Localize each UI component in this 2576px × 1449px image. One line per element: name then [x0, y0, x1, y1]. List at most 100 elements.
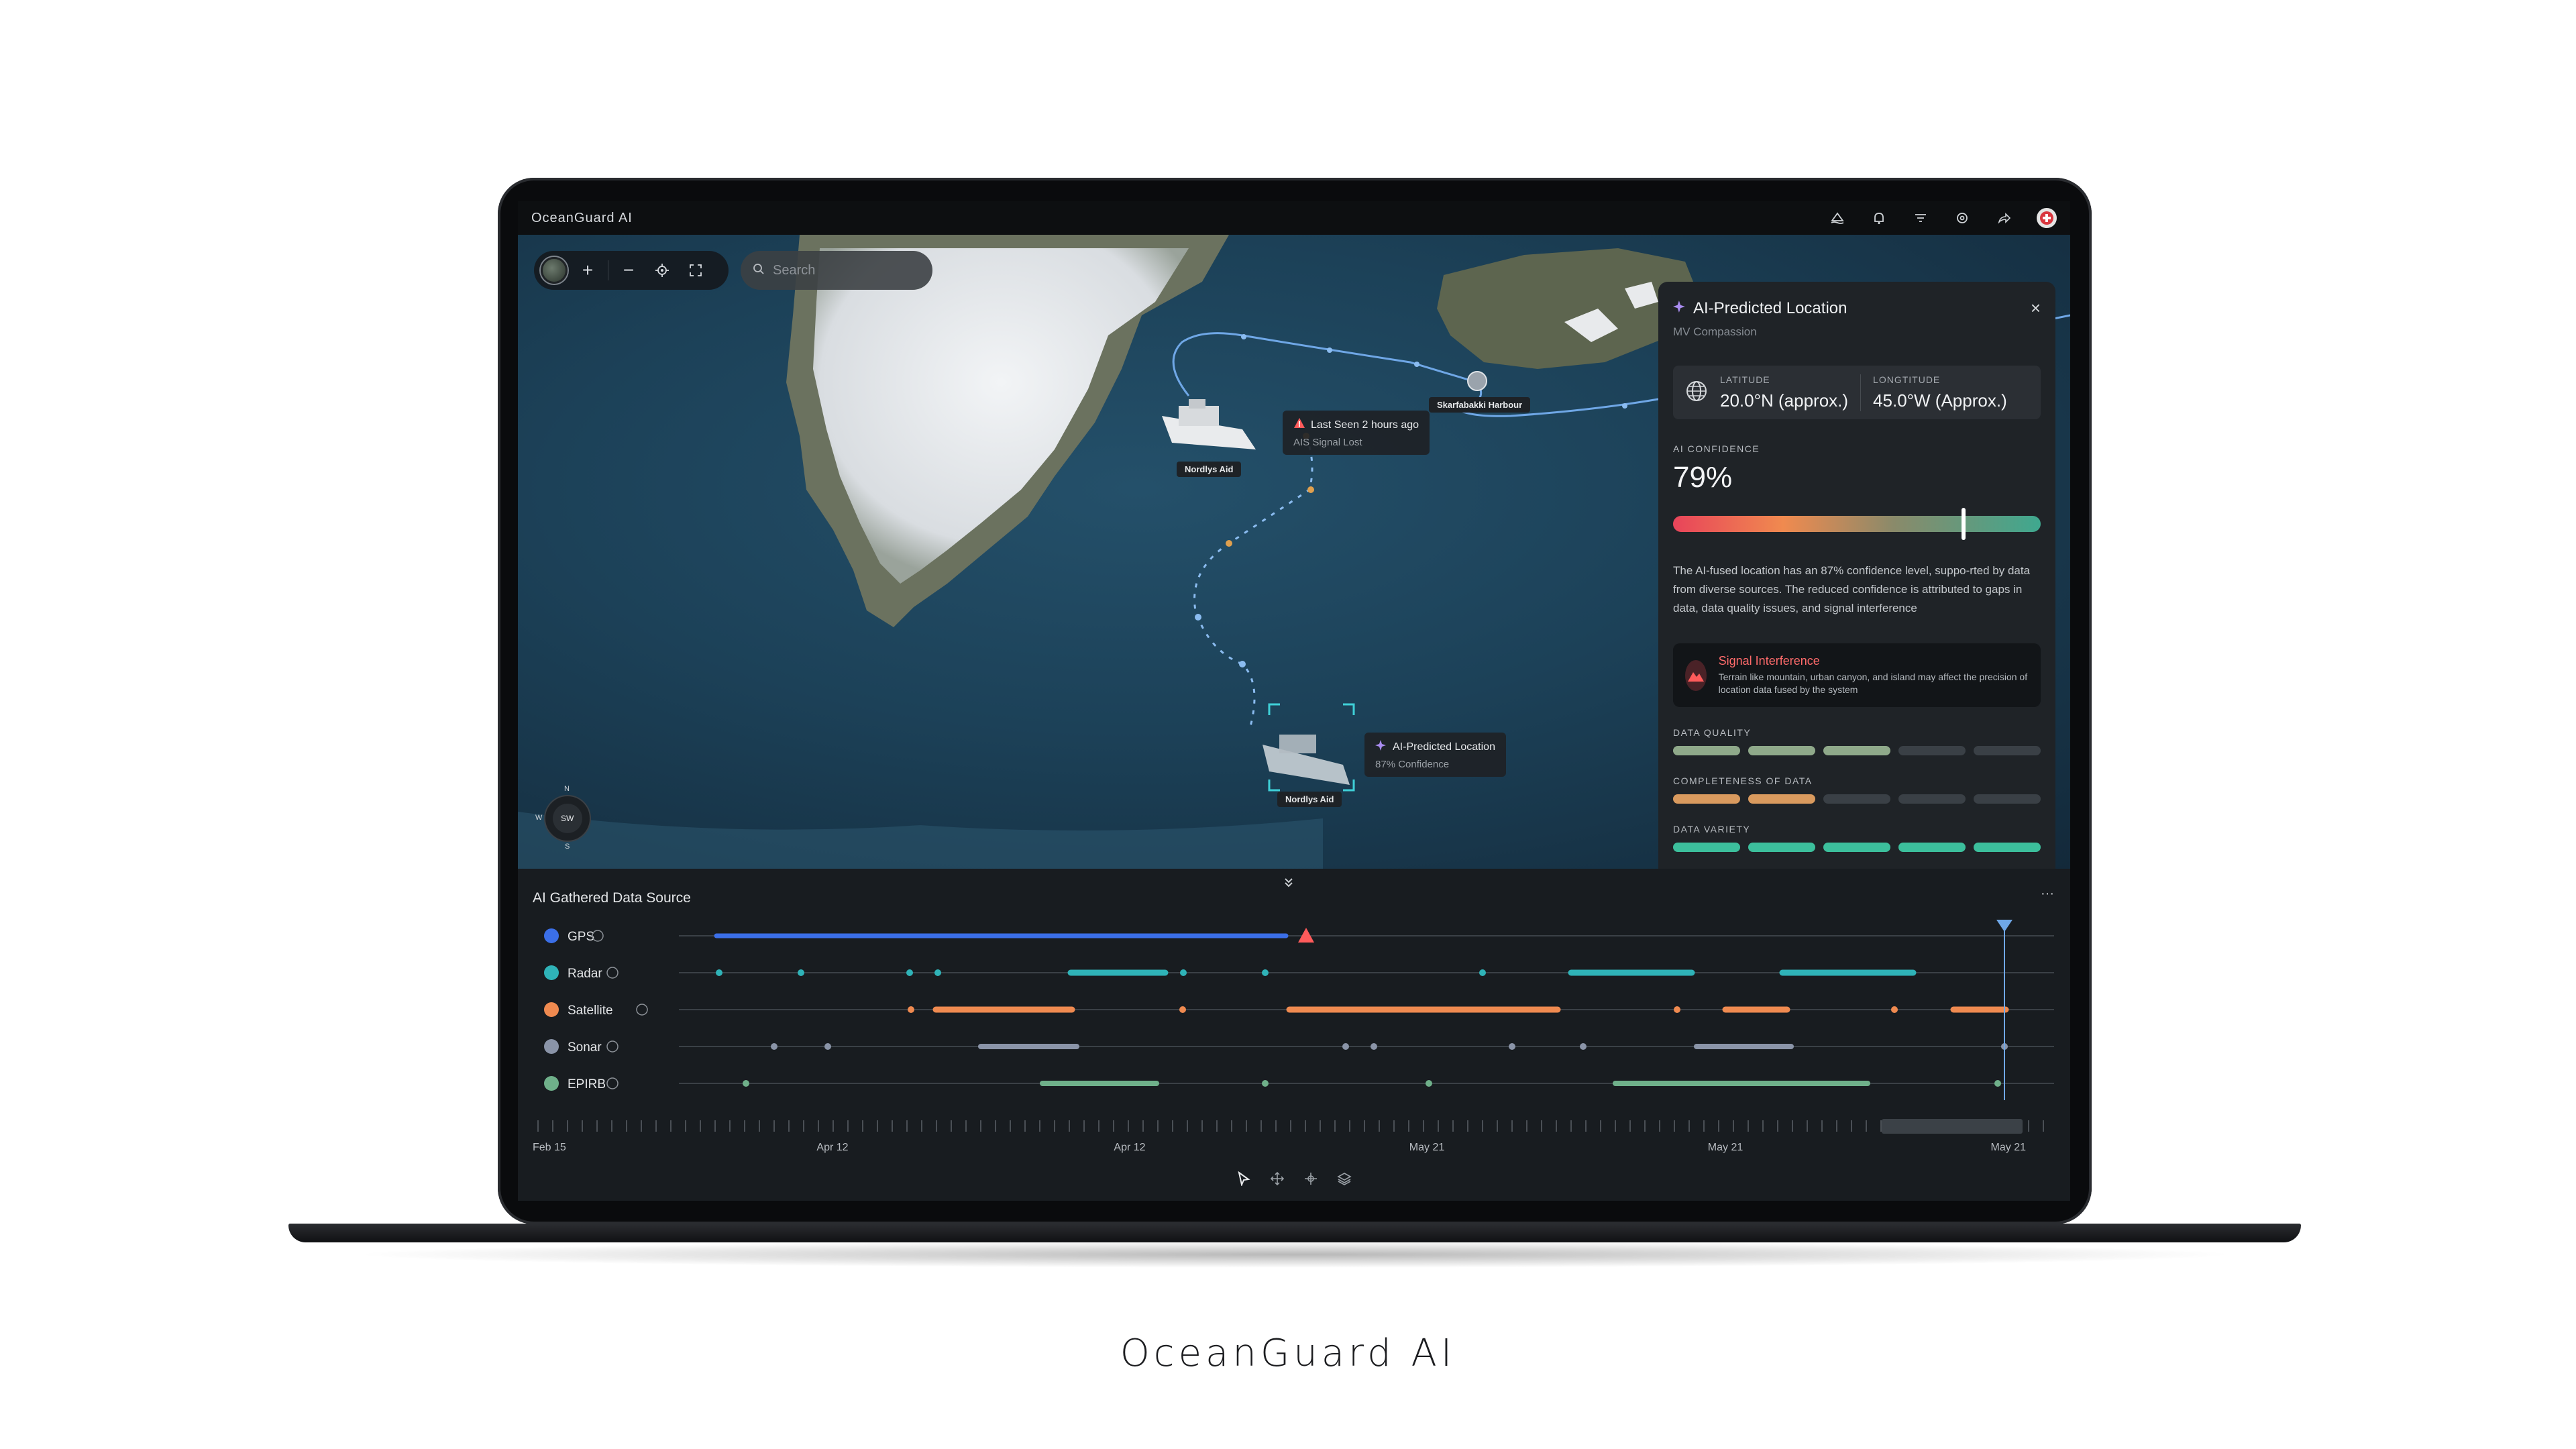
- last-seen-sub: AIS Signal Lost: [1293, 437, 1362, 448]
- source-icon: [544, 1076, 559, 1091]
- date-label: May 21: [1991, 1142, 2027, 1153]
- laptop-base: [288, 1224, 2301, 1242]
- metric-segment: [1898, 794, 1966, 804]
- ship-bottom-label: Nordlys Aid: [1277, 792, 1342, 807]
- harbour-pin[interactable]: [1467, 371, 1487, 391]
- fullscreen-icon[interactable]: [682, 257, 709, 284]
- settings-icon[interactable]: [1953, 209, 1971, 227]
- event-dot: [934, 969, 941, 976]
- confidence-bar: [1673, 508, 2041, 540]
- confidence-value: 79%: [1673, 461, 1733, 494]
- event-dot: [743, 1080, 749, 1087]
- route-dot: [1226, 540, 1232, 547]
- more-icon[interactable]: ···: [2041, 886, 2054, 902]
- chevron-double-down-icon[interactable]: [1281, 875, 1296, 894]
- metric-segment: [1898, 843, 1966, 852]
- route-dot: [1307, 486, 1314, 493]
- metric-2: DATA VARIETY: [1673, 824, 2041, 852]
- event-dot: [1994, 1080, 2001, 1087]
- metric-segment: [1974, 843, 2041, 852]
- filter-icon[interactable]: [1912, 209, 1929, 227]
- search-input[interactable]: [773, 262, 920, 278]
- range-selector: [1882, 1119, 2023, 1134]
- warning-icon: [1293, 417, 1305, 433]
- compass[interactable]: N S W SW: [535, 785, 600, 851]
- source-label: Sonar: [568, 1040, 602, 1055]
- event-dot: [771, 1043, 777, 1050]
- mountain-warning-icon: [1685, 659, 1707, 691]
- source-icon: [544, 928, 559, 943]
- metric-segment: [1673, 794, 1740, 804]
- metric-label: DATA QUALITY: [1673, 727, 1752, 738]
- confidence-marker: [1961, 508, 1966, 540]
- event-dot: [1479, 969, 1486, 976]
- compass-direction: SW: [561, 814, 574, 823]
- compass-s: S: [565, 843, 570, 851]
- route-dot: [1414, 362, 1419, 367]
- event-dot: [1262, 1080, 1269, 1087]
- metrics: DATA QUALITY COMPLETENESS OF DATA DATA VAR…: [1673, 727, 2041, 852]
- ai-location-panel: AI-Predicted Location × MV Compassion LA…: [1658, 282, 2055, 869]
- ai-predicted-sub: 87% Confidence: [1375, 759, 1450, 770]
- route-dot: [1241, 334, 1246, 339]
- timeline-chart[interactable]: GPS Radar Satellite Sonar EPIRB Feb 15 Apr 12 A…: [518, 869, 2070, 1201]
- metric-segment: [1673, 843, 1740, 852]
- playhead-handle: [1996, 920, 2012, 932]
- bell-icon[interactable]: [1870, 209, 1888, 227]
- route-dot: [1622, 403, 1627, 409]
- source-icon: [544, 1002, 559, 1017]
- latitude-label: LATITUDE: [1720, 374, 1770, 385]
- locate-icon[interactable]: [649, 257, 676, 284]
- close-icon[interactable]: ×: [2031, 298, 2041, 319]
- event-dot: [1426, 1080, 1432, 1087]
- metric-1: COMPLETENESS OF DATA: [1673, 775, 2041, 804]
- last-seen-tooltip: Last Seen 2 hours ago AIS Signal Lost: [1283, 411, 1430, 455]
- crosshair-icon[interactable]: [1303, 1171, 1319, 1187]
- avatar[interactable]: [2037, 208, 2057, 228]
- confidence-description: The AI-fused location has an 87% confide…: [1673, 564, 2031, 614]
- latitude-value: 20.0°N (approx.): [1720, 390, 1849, 411]
- event-dot: [716, 969, 722, 976]
- zoom-out-button[interactable]: −: [615, 257, 642, 284]
- event-dot: [1342, 1043, 1349, 1050]
- source-label: Radar: [568, 967, 602, 981]
- share-icon[interactable]: [1995, 209, 2012, 227]
- longitude-value: 45.0°W (Approx.): [1873, 390, 2007, 411]
- metric-label: DATA VARIETY: [1673, 824, 1751, 835]
- date-label: May 21: [1708, 1142, 1743, 1153]
- event-dot: [1371, 1043, 1377, 1050]
- continental-shelf: [518, 812, 1323, 869]
- search-bar[interactable]: [741, 251, 932, 290]
- app-screen: OceanGuard AI + − Search Skarfabakki Har…: [518, 201, 2070, 1201]
- date-label: May 21: [1409, 1142, 1445, 1153]
- timeline-tools: [1236, 1171, 1352, 1187]
- ship-top-icon[interactable]: [1162, 399, 1256, 449]
- layers-icon[interactable]: [1336, 1171, 1352, 1187]
- map-view[interactable]: + − Skarfabakki Harbour Nordlys Aid Nord…: [518, 235, 2070, 869]
- ai-predicted-title: AI-Predicted Location: [1393, 741, 1495, 753]
- metric-label: COMPLETENESS OF DATA: [1673, 775, 1813, 786]
- map-controls: + −: [534, 251, 729, 290]
- alert-title: Signal Interference: [1718, 654, 1820, 667]
- ship-bottom-icon[interactable]: [1263, 735, 1350, 785]
- app-title: OceanGuard AI: [531, 210, 633, 225]
- laptop-shadow: [349, 1241, 2241, 1268]
- metric-segment: [1974, 794, 2041, 804]
- event-dot: [906, 969, 913, 976]
- zoom-in-button[interactable]: +: [574, 257, 601, 284]
- basemap-toggle[interactable]: [541, 257, 568, 284]
- source-icon: [544, 1039, 559, 1054]
- event-dot: [1262, 969, 1269, 976]
- metric-segment: [1823, 746, 1890, 755]
- ship-alert-icon[interactable]: [1829, 209, 1846, 227]
- sparkle-icon: [1375, 739, 1387, 755]
- move-icon[interactable]: [1269, 1171, 1285, 1187]
- cursor-icon[interactable]: [1236, 1171, 1252, 1187]
- sparkle-icon: [1673, 299, 1686, 318]
- signal-alert: Signal Interference Terrain like mountai…: [1673, 643, 2041, 707]
- event-dot: [1891, 1006, 1898, 1013]
- route-dot: [1195, 614, 1201, 621]
- longitude-label: LONGTITUDE: [1873, 374, 1941, 385]
- globe-icon: [1685, 380, 1708, 406]
- compass-n: N: [564, 785, 570, 793]
